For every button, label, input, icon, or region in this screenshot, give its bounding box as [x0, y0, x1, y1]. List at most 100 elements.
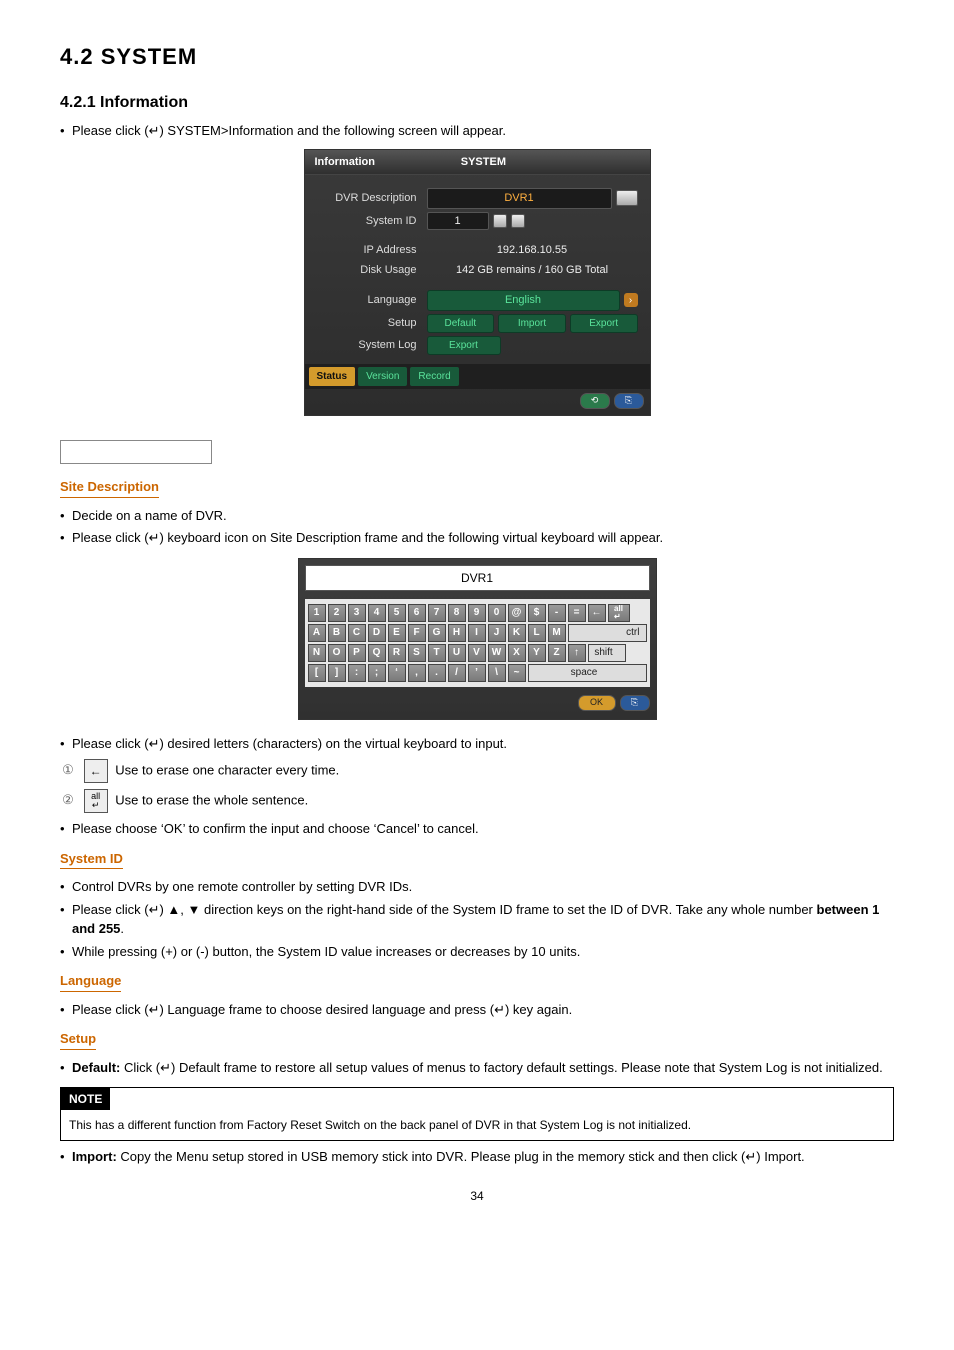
key-r[interactable]: R	[388, 644, 406, 662]
key-4[interactable]: 4	[368, 604, 386, 622]
empty-placeholder-box	[60, 440, 212, 464]
vk-row-4: [ ] : ; ‘ , . / ’ \ ~ space	[308, 664, 647, 682]
setup-default-button[interactable]: Default	[427, 314, 495, 333]
key-5[interactable]: 5	[388, 604, 406, 622]
panel-back-icon[interactable]: ⟲	[580, 393, 610, 409]
key-at[interactable]: @	[508, 604, 526, 622]
key-space[interactable]: space	[528, 664, 647, 682]
key-w[interactable]: W	[488, 644, 506, 662]
key-lquote[interactable]: ‘	[388, 664, 406, 682]
sysid-bullet-3: While pressing (+) or (-) button, the Sy…	[60, 942, 894, 962]
enum-1-text: Use to erase one character every time.	[115, 762, 339, 777]
vk-instruction-2: Please choose ‘OK’ to confirm the input …	[60, 819, 894, 839]
field-system-id[interactable]: 1	[427, 212, 489, 231]
key-l[interactable]: L	[528, 624, 546, 642]
tab-record[interactable]: Record	[410, 367, 458, 386]
setup-import-button[interactable]: Import	[498, 314, 566, 333]
key-dollar[interactable]: $	[528, 604, 546, 622]
key-0[interactable]: 0	[488, 604, 506, 622]
key-tilde[interactable]: ~	[508, 664, 526, 682]
label-disk-usage: Disk Usage	[317, 262, 427, 279]
key-clear-all-icon[interactable]: all↵	[608, 604, 630, 622]
field-dvr-description[interactable]: DVR1	[427, 188, 612, 209]
key-9[interactable]: 9	[468, 604, 486, 622]
key-lbracket[interactable]: [	[308, 664, 326, 682]
key-1[interactable]: 1	[308, 604, 326, 622]
heading-setup: Setup	[60, 1029, 96, 1050]
key-period[interactable]: .	[428, 664, 446, 682]
key-shift-arrow-icon[interactable]: ↑	[568, 644, 586, 662]
panel-title-system: SYSTEM	[461, 154, 640, 171]
tab-status[interactable]: Status	[309, 367, 356, 386]
panel-exit-icon[interactable]: ⎘	[614, 393, 644, 409]
key-3[interactable]: 3	[348, 604, 366, 622]
key-i[interactable]: I	[468, 624, 486, 642]
key-backspace-icon[interactable]: ←	[588, 604, 606, 622]
site-desc-bullet-2: Please click (↵) keyboard icon on Site D…	[60, 528, 894, 548]
key-u[interactable]: U	[448, 644, 466, 662]
key-8[interactable]: 8	[448, 604, 466, 622]
key-6[interactable]: 6	[408, 604, 426, 622]
key-b[interactable]: B	[328, 624, 346, 642]
language-next-icon[interactable]: ›	[624, 293, 638, 307]
key-s[interactable]: S	[408, 644, 426, 662]
key-m[interactable]: M	[548, 624, 566, 642]
key-ctrl[interactable]: ctrl	[568, 624, 647, 642]
key-v[interactable]: V	[468, 644, 486, 662]
tab-version[interactable]: Version	[358, 367, 407, 386]
key-rquote[interactable]: ’	[468, 664, 486, 682]
key-c[interactable]: C	[348, 624, 366, 642]
enum-2-text: Use to erase the whole sentence.	[115, 792, 308, 807]
key-y[interactable]: Y	[528, 644, 546, 662]
key-2[interactable]: 2	[328, 604, 346, 622]
sysid-bullet-2: Please click (↵) ▲, ▼ direction keys on …	[60, 900, 894, 939]
key-e[interactable]: E	[388, 624, 406, 642]
key-n[interactable]: N	[308, 644, 326, 662]
key-shift[interactable]: shift	[588, 644, 626, 662]
key-d[interactable]: D	[368, 624, 386, 642]
vk-exit-icon[interactable]: ⎘	[620, 695, 650, 711]
language-bullet-1: Please click (↵) Language frame to choos…	[60, 1000, 894, 1020]
key-slash[interactable]: /	[448, 664, 466, 682]
keyboard-icon[interactable]	[616, 190, 638, 206]
key-semicolon[interactable]: ;	[368, 664, 386, 682]
key-rbracket[interactable]: ]	[328, 664, 346, 682]
key-g[interactable]: G	[428, 624, 446, 642]
label-setup: Setup	[317, 315, 427, 332]
key-k[interactable]: K	[508, 624, 526, 642]
enum-1-marker: ①	[60, 760, 76, 780]
system-id-up-icon[interactable]	[511, 214, 525, 228]
heading-language: Language	[60, 971, 121, 992]
field-language[interactable]: English	[427, 290, 620, 311]
label-dvr-description: DVR Description	[317, 190, 427, 207]
key-q[interactable]: Q	[368, 644, 386, 662]
heading-system-id: System ID	[60, 849, 123, 870]
key-h[interactable]: H	[448, 624, 466, 642]
key-equals[interactable]: =	[568, 604, 586, 622]
key-t[interactable]: T	[428, 644, 446, 662]
sysid-bullet-1: Control DVRs by one remote controller by…	[60, 877, 894, 897]
setup-default-bullet: Default: Click (↵) Default frame to rest…	[60, 1058, 894, 1078]
key-backslash[interactable]: \	[488, 664, 506, 682]
key-z[interactable]: Z	[548, 644, 566, 662]
key-comma[interactable]: ,	[408, 664, 426, 682]
key-j[interactable]: J	[488, 624, 506, 642]
value-ip-address: 192.168.10.55	[427, 242, 638, 259]
key-7[interactable]: 7	[428, 604, 446, 622]
key-o[interactable]: O	[328, 644, 346, 662]
key-a[interactable]: A	[308, 624, 326, 642]
key-dash[interactable]: -	[548, 604, 566, 622]
setup-export-button[interactable]: Export	[570, 314, 638, 333]
key-colon[interactable]: :	[348, 664, 366, 682]
label-ip-address: IP Address	[317, 242, 427, 259]
label-system-id: System ID	[317, 213, 427, 230]
key-p[interactable]: P	[348, 644, 366, 662]
key-x[interactable]: X	[508, 644, 526, 662]
note-heading: NOTE	[61, 1088, 110, 1110]
key-f[interactable]: F	[408, 624, 426, 642]
vk-ok-button[interactable]: OK	[578, 695, 616, 711]
system-id-down-icon[interactable]	[493, 214, 507, 228]
syslog-export-button[interactable]: Export	[427, 336, 501, 355]
label-language: Language	[317, 292, 427, 309]
site-desc-bullet-1: Decide on a name of DVR.	[60, 506, 894, 526]
